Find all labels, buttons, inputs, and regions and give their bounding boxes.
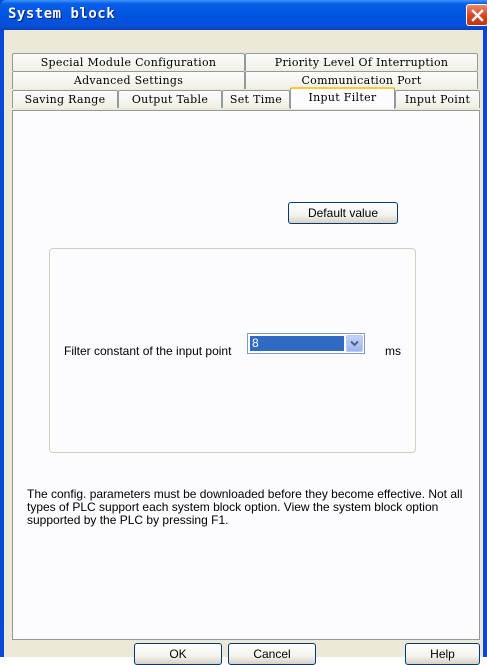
filter-constant-select[interactable]: 8 bbox=[247, 333, 365, 354]
tab-label: Output Table bbox=[131, 93, 209, 106]
tab-label: Special Module Configuration bbox=[40, 56, 217, 69]
tab-set-time[interactable]: Set Time bbox=[222, 90, 290, 108]
tab-label: Communication Port bbox=[301, 74, 422, 87]
tab-special-module-configuration[interactable]: Special Module Configuration bbox=[12, 53, 245, 71]
tab-label: Set Time bbox=[229, 93, 283, 106]
filter-constant-value: 8 bbox=[250, 336, 344, 351]
tab-saving-range[interactable]: Saving Range bbox=[12, 90, 118, 108]
close-button[interactable] bbox=[466, 4, 487, 26]
tab-label: Input Point bbox=[404, 93, 471, 106]
tab-label: Advanced Settings bbox=[73, 74, 184, 87]
chevron-down-icon bbox=[350, 340, 359, 347]
help-button[interactable]: Help bbox=[405, 643, 480, 665]
input-filter-panel: Default value Filter constant of the inp… bbox=[12, 110, 480, 640]
default-value-button[interactable]: Default value bbox=[288, 202, 398, 224]
tab-label: Input Filter bbox=[308, 91, 377, 104]
close-icon bbox=[471, 9, 484, 22]
tab-advanced-settings[interactable]: Advanced Settings bbox=[12, 71, 245, 89]
tab-label: Saving Range bbox=[24, 93, 106, 106]
info-text: The config. parameters must be downloade… bbox=[27, 487, 463, 527]
dialog-client-area: Special Module Configuration Priority Le… bbox=[4, 30, 483, 665]
tab-input-filter[interactable]: Input Filter bbox=[290, 87, 395, 109]
tab-output-table[interactable]: Output Table bbox=[118, 90, 222, 108]
unit-label: ms bbox=[385, 344, 401, 358]
dropdown-button[interactable] bbox=[346, 335, 363, 352]
tab-priority-level-of-interruption[interactable]: Priority Level Of Interruption bbox=[245, 53, 478, 71]
cancel-button[interactable]: Cancel bbox=[228, 643, 316, 665]
window-title: System block bbox=[8, 6, 116, 22]
title-bar[interactable]: System block bbox=[0, 0, 487, 30]
tab-label: Priority Level Of Interruption bbox=[274, 56, 449, 69]
ok-button[interactable]: OK bbox=[134, 643, 222, 665]
system-block-dialog: System block Special Module Configuratio… bbox=[0, 0, 487, 665]
filter-constant-label: Filter constant of the input point bbox=[64, 344, 232, 358]
tab-input-point[interactable]: Input Point bbox=[395, 90, 480, 108]
